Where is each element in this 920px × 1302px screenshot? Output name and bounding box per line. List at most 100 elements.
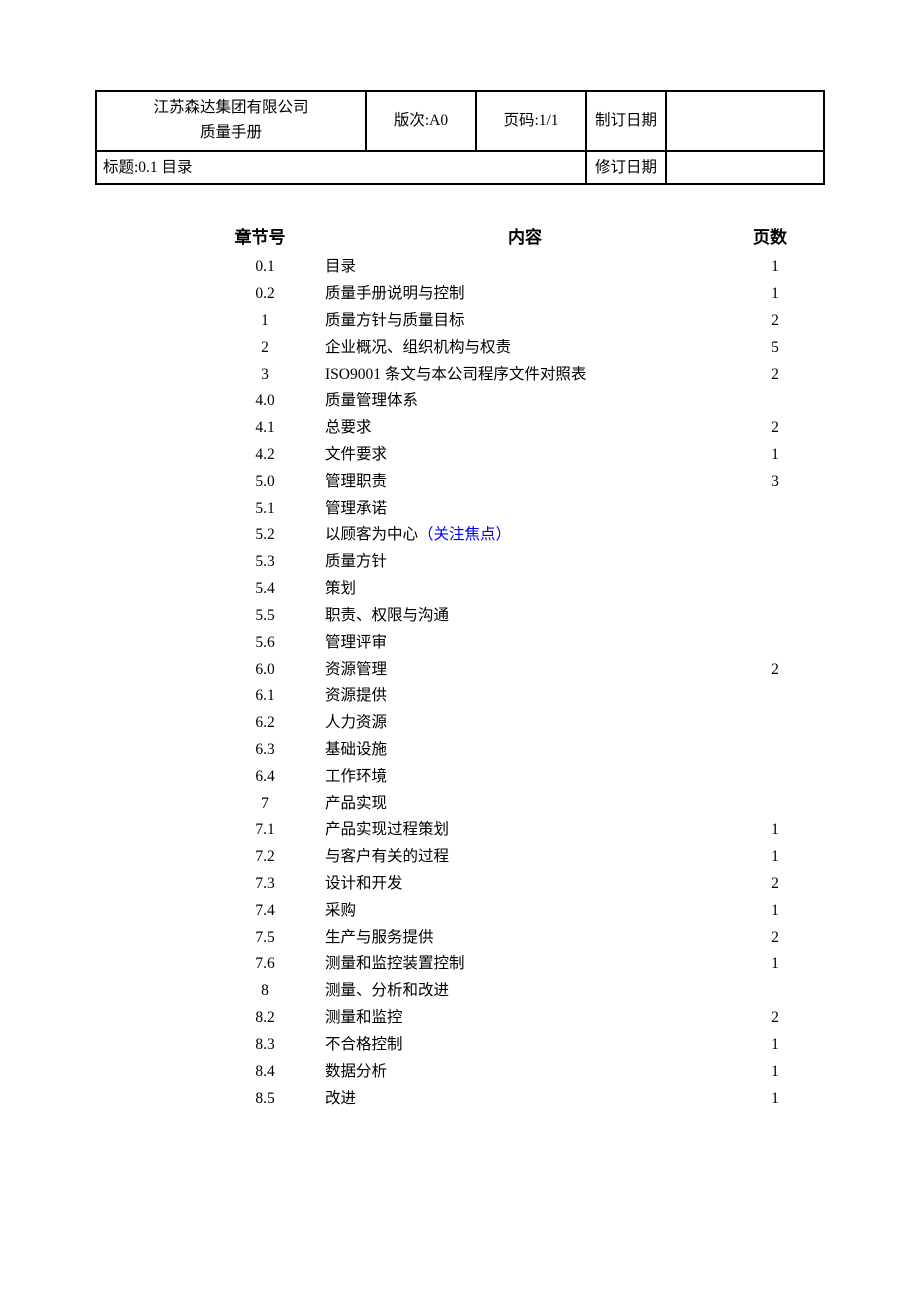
toc-chapter-number: 5.4 xyxy=(205,576,325,603)
toc-chapter-number: 4.0 xyxy=(205,388,325,415)
toc-chapter-number: 6.0 xyxy=(205,657,325,684)
toc-page-count: 1 xyxy=(745,844,805,871)
toc-content: 总要求 xyxy=(325,415,745,442)
toc-row: 7.6测量和监控装置控制 1 xyxy=(205,951,805,978)
toc-row: 6.1资源提供 xyxy=(205,683,805,710)
toc-page-count: 1 xyxy=(745,1086,805,1113)
toc-chapter-number: 4.1 xyxy=(205,415,325,442)
toc-row: 7.1产品实现过程策划1 xyxy=(205,817,805,844)
toc-content: 改进 xyxy=(325,1086,745,1113)
toc-content: 基础设施 xyxy=(325,737,745,764)
toc-content-text: 采购 xyxy=(325,902,356,919)
header-row-2: 标题:0.1 目录 修订日期 xyxy=(96,151,824,184)
revise-date-value xyxy=(666,151,824,184)
header-row-1: 江苏森达集团有限公司 质量手册 版次:A0 页码:1/1 制订日期 xyxy=(96,91,824,151)
toc-row: 7产品实现 xyxy=(205,791,805,818)
toc-content: 人力资源 xyxy=(325,710,745,737)
toc-chapter-number: 7.6 xyxy=(205,951,325,978)
toc-content: 质量手册说明与控制 xyxy=(325,281,745,308)
toc-chapter-number: 7.4 xyxy=(205,898,325,925)
toc-chapter-number: 6.3 xyxy=(205,737,325,764)
document-header-table: 江苏森达集团有限公司 质量手册 版次:A0 页码:1/1 制订日期 标题:0.1… xyxy=(95,90,825,185)
toc-page-count: 1 xyxy=(745,1032,805,1059)
toc-chapter-number: 5.2 xyxy=(205,522,325,549)
company-cell: 江苏森达集团有限公司 质量手册 xyxy=(96,91,366,151)
toc-chapter-number: 7.1 xyxy=(205,817,325,844)
toc-content: 测量和监控 xyxy=(325,1005,745,1032)
toc-chapter-number: 6.4 xyxy=(205,764,325,791)
revise-date-label: 修订日期 xyxy=(586,151,666,184)
toc-header-pages: 页数 xyxy=(735,225,805,251)
toc-page-count: 1 xyxy=(745,951,805,978)
toc-row: 5.1管理承诺 xyxy=(205,496,805,523)
create-date-label: 制订日期 xyxy=(586,91,666,151)
toc-row: 3ISO9001 条文与本公司程序文件对照表2 xyxy=(205,362,805,389)
toc-content-text: 策划 xyxy=(325,580,356,597)
toc-content-text: 测量和监控 xyxy=(325,1009,403,1026)
toc-content-text: 基础设施 xyxy=(325,741,387,758)
toc-content-text: 测量和监控装置控制 xyxy=(325,955,465,972)
toc-content: ISO9001 条文与本公司程序文件对照表 xyxy=(325,362,745,389)
toc-body: 0.1目录10.2质量手册说明与控制11质量方针与质量目标22企业概况、组织机构… xyxy=(205,254,805,1112)
toc-content: 质量管理体系 xyxy=(325,388,745,415)
toc-row: 6.4工作环境 xyxy=(205,764,805,791)
toc-row: 8.4数据分析1 xyxy=(205,1059,805,1086)
toc-chapter-number: 8.5 xyxy=(205,1086,325,1113)
toc-chapter-number: 1 xyxy=(205,308,325,335)
toc-content-text: 测量、分析和改进 xyxy=(325,982,449,999)
toc-content-text: 质量方针与质量目标 xyxy=(325,312,465,329)
toc-row: 7.3设计和开发2 xyxy=(205,871,805,898)
toc-content: 工作环境 xyxy=(325,764,745,791)
toc-content-text: 管理评审 xyxy=(325,634,387,651)
toc-page-count: 5 xyxy=(745,335,805,362)
toc-content-text: 生产与服务提供 xyxy=(325,929,434,946)
toc-chapter-number: 5.3 xyxy=(205,549,325,576)
toc-content-text: 职责、权限与沟通 xyxy=(325,607,449,624)
toc-content-text: 与客户有关的过程 xyxy=(325,848,449,865)
toc-content: 企业概况、组织机构与权责 xyxy=(325,335,745,362)
toc-chapter-number: 7.2 xyxy=(205,844,325,871)
toc-content: 不合格控制 xyxy=(325,1032,745,1059)
toc-content: 文件要求 xyxy=(325,442,745,469)
toc-content-text: 设计和开发 xyxy=(325,875,403,892)
toc-content-text: 改进 xyxy=(325,1090,356,1107)
toc-chapter-number: 4.2 xyxy=(205,442,325,469)
toc-page-count: 2 xyxy=(745,415,805,442)
toc-content-text: 质量手册说明与控制 xyxy=(325,285,465,302)
toc-page-count: 1 xyxy=(745,898,805,925)
toc-content: 测量、分析和改进 xyxy=(325,978,745,1005)
toc-page-count: 1 xyxy=(745,281,805,308)
toc-content: 设计和开发 xyxy=(325,871,745,898)
toc-page-count: 2 xyxy=(745,362,805,389)
toc-content-text: 总要求 xyxy=(325,419,372,436)
toc-content: 采购 xyxy=(325,898,745,925)
toc-content-text: 以顾客为中心 xyxy=(325,526,418,543)
company-name: 江苏森达集团有限公司 xyxy=(105,96,357,121)
toc-content: 测量和监控装置控制 xyxy=(325,951,745,978)
toc-row: 1质量方针与质量目标2 xyxy=(205,308,805,335)
toc-row: 5.2以顾客为中心（关注焦点） xyxy=(205,522,805,549)
toc-chapter-number: 8.2 xyxy=(205,1005,325,1032)
toc-content: 质量方针 xyxy=(325,549,745,576)
toc-content-text: 不合格控制 xyxy=(325,1036,403,1053)
toc-row: 4.2文件要求1 xyxy=(205,442,805,469)
toc-content-text: 企业概况、组织机构与权责 xyxy=(325,339,511,356)
toc-content-text: 数据分析 xyxy=(325,1063,387,1080)
toc-content: 资源管理 xyxy=(325,657,745,684)
toc-chapter-number: 5.0 xyxy=(205,469,325,496)
toc-chapter-number: 5.1 xyxy=(205,496,325,523)
table-of-contents: 章节号 内容 页数 0.1目录10.2质量手册说明与控制11质量方针与质量目标2… xyxy=(205,225,805,1113)
toc-row: 0.2质量手册说明与控制1 xyxy=(205,281,805,308)
toc-header-row: 章节号 内容 页数 xyxy=(205,225,805,251)
toc-content-text: 产品实现过程策划 xyxy=(325,821,449,838)
toc-content: 管理承诺 xyxy=(325,496,745,523)
create-date-value xyxy=(666,91,824,151)
document-title: 标题:0.1 目录 xyxy=(96,151,586,184)
toc-content-text: 质量管理体系 xyxy=(325,392,418,409)
toc-content: 策划 xyxy=(325,576,745,603)
toc-content: 产品实现过程策划 xyxy=(325,817,745,844)
toc-row: 6.2人力资源 xyxy=(205,710,805,737)
toc-page-count: 2 xyxy=(745,1005,805,1032)
toc-content-text: 产品实现 xyxy=(325,795,387,812)
toc-page-count: 2 xyxy=(745,925,805,952)
